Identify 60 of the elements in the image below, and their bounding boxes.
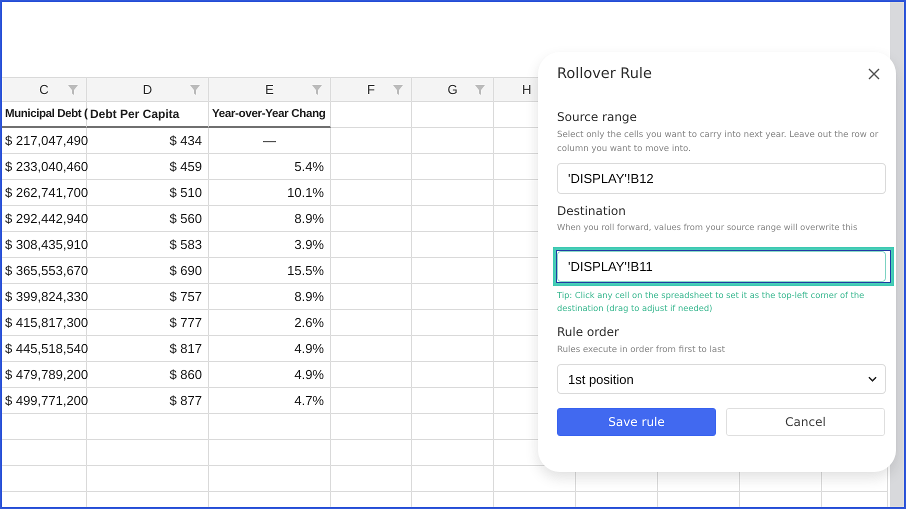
source-range-field[interactable]: 'DISPLAY'!B12	[557, 163, 886, 194]
close-icon[interactable]	[868, 68, 880, 80]
table-cell: 4.9%	[294, 367, 324, 382]
column-header-cell[interactable]: F	[331, 78, 412, 102]
table-cell: 5.4%	[294, 159, 324, 174]
table-cell: 10.1%	[287, 185, 324, 200]
filter-icon[interactable]	[393, 85, 403, 95]
filter-icon[interactable]	[68, 85, 78, 95]
table-cell: 15.5%	[287, 263, 324, 278]
field-label: Source range	[557, 110, 638, 124]
column-header-cell[interactable]: E	[209, 78, 331, 102]
table-cell: $ 583	[169, 237, 202, 252]
help-text: Select only the cells you want to carry into next year. Leave out the row or column you want to move into.	[557, 129, 880, 156]
table-cell: $ 757	[169, 289, 202, 304]
table-cell: 2.6%	[294, 315, 324, 330]
column-header: Year-over-Year Chang	[212, 108, 326, 120]
table-cell: $ 817	[169, 341, 202, 356]
table-cell: $ 399,824,330	[5, 289, 88, 304]
cancel-button[interactable]: Cancel	[726, 408, 885, 436]
table-cell: $ 445,518,540	[5, 341, 88, 356]
column-header: Debt Per Capita	[90, 107, 180, 121]
save-button[interactable]: Save rule	[557, 408, 716, 436]
table-cell: —	[263, 133, 276, 148]
table-cell: $ 434	[169, 133, 202, 148]
table-cell: $ 262,741,700	[5, 185, 88, 200]
column-header-cell[interactable]: G	[412, 78, 494, 102]
table-cell: 4.7%	[294, 393, 324, 408]
table-cell: 8.9%	[294, 289, 324, 304]
filter-icon[interactable]	[475, 85, 485, 95]
destination-field[interactable]: 'DISPLAY'!B11	[557, 251, 886, 282]
table-cell: 8.9%	[294, 211, 324, 226]
table-cell: $ 690	[169, 263, 202, 278]
column-header: Municipal Debt (	[5, 108, 88, 120]
table-cell: $ 877	[169, 393, 202, 408]
table-cell: $ 308,435,910	[5, 237, 88, 252]
table-cell: $ 479,789,200	[5, 367, 88, 382]
table-cell: $ 777	[169, 315, 202, 330]
table-cell: $ 365,553,670	[5, 263, 88, 278]
table-cell: $ 860	[169, 367, 202, 382]
field-label: Destination	[557, 204, 627, 218]
rule-order-dropdown[interactable]: 1st position	[557, 364, 886, 394]
table-cell: $ 459	[169, 159, 202, 174]
filter-icon[interactable]	[190, 85, 200, 95]
table-cell: $ 233,040,460	[5, 159, 88, 174]
tip-text: Tip: Click any cell on the spreadsheet to set it as the top-left corner of the destination (drag to adjust if needed)	[557, 289, 866, 315]
help-text: When you roll forward, values from your source range will overwrite this	[557, 221, 858, 234]
table-cell: 3.9%	[294, 237, 324, 252]
filter-icon[interactable]	[312, 85, 322, 95]
chevron-icon	[868, 376, 877, 382]
column-header-cell[interactable]: D	[87, 78, 209, 102]
column-header-cell[interactable]: C	[2, 78, 87, 102]
table-cell: $ 499,771,200	[5, 393, 88, 408]
table-cell: $ 415,817,300	[5, 315, 88, 330]
table-cell: $ 510	[169, 185, 202, 200]
field-label: Rule order	[557, 325, 620, 339]
table-cell: $ 560	[169, 211, 202, 226]
table-cell: $ 292,442,940	[5, 211, 88, 226]
help-text: Rules execute in order from first to last	[557, 344, 726, 357]
table-cell: $ 217,047,490	[5, 133, 88, 148]
table-cell: 4.9%	[294, 341, 324, 356]
